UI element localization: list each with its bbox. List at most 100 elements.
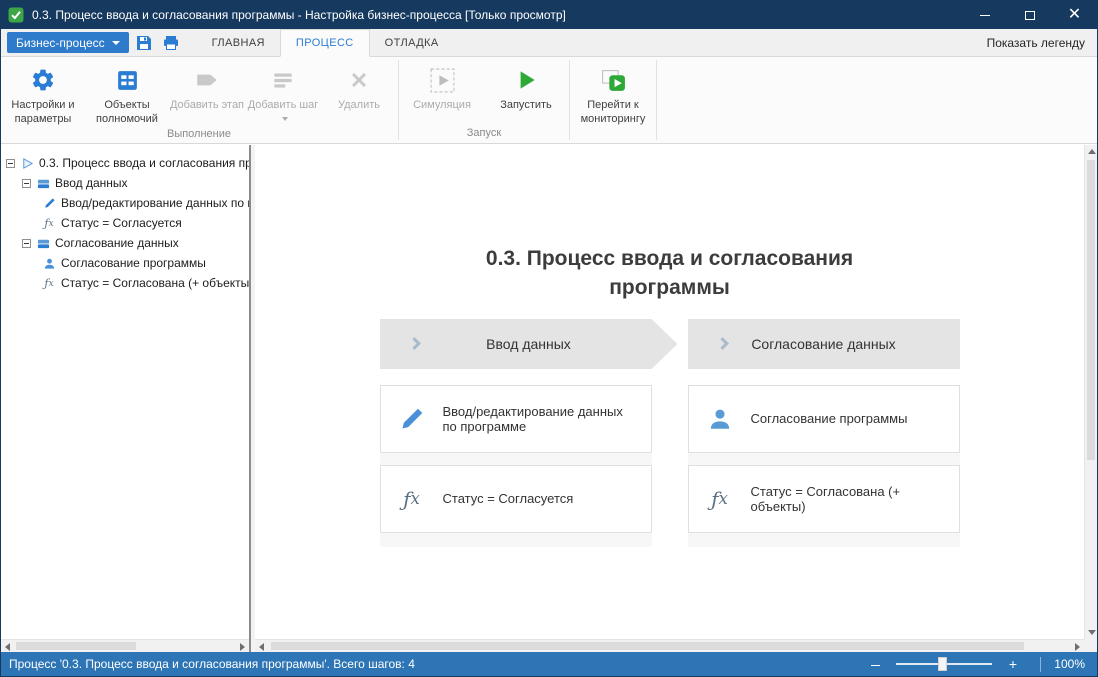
group-caption-monitoring <box>571 127 655 143</box>
ribbon-group-run: Симуляция Запустить Запуск <box>400 57 568 143</box>
permission-objects-button[interactable]: Объекты полномочий <box>85 60 169 127</box>
main-area: 0.3. Процесс ввода и согласования прогр … <box>1 145 1097 652</box>
maximize-button[interactable] <box>1007 1 1052 29</box>
print-button[interactable] <box>159 32 183 54</box>
tree-item-label: Ввод данных <box>55 176 128 190</box>
status-text: Процесс '0.3. Процесс ввода и согласован… <box>9 657 415 671</box>
permission-objects-button-label: Объекты полномочий <box>96 99 158 125</box>
permissions-icon <box>115 64 140 96</box>
process-icon <box>20 156 34 170</box>
stage-icon <box>36 236 50 250</box>
business-process-menu-label: Бизнес-процесс <box>16 36 105 50</box>
run-button[interactable]: Запустить <box>484 60 568 126</box>
tree-item-step-edit-data[interactable]: Ввод/редактирование данных по пр <box>1 193 249 213</box>
tree-horizontal-scrollbar[interactable] <box>1 639 249 652</box>
statusbar-separator <box>1040 657 1041 672</box>
app-icon <box>8 7 24 23</box>
scroll-up-icon[interactable] <box>1088 149 1096 154</box>
minimize-icon <box>980 15 990 16</box>
tree-item-step-approve-program[interactable]: Согласование программы <box>1 253 249 273</box>
step-card-status-approving[interactable]: ƒx Статус = Согласуется <box>380 465 652 533</box>
tree-item-process-root[interactable]: 0.3. Процесс ввода и согласования прогр <box>1 153 249 173</box>
scroll-right-icon[interactable] <box>240 643 245 651</box>
person-icon <box>705 406 735 432</box>
stage-input: Ввод данных Ввод/редактирование данных п… <box>380 319 652 547</box>
scrollbar-thumb[interactable] <box>16 642 136 650</box>
canvas-vertical-scrollbar[interactable] <box>1084 145 1097 639</box>
scrollbar-thumb[interactable] <box>1087 160 1095 460</box>
scroll-left-icon[interactable] <box>259 643 264 651</box>
show-legend-link[interactable]: Показать легенду <box>987 36 1085 50</box>
monitoring-icon <box>600 64 627 96</box>
maximize-icon <box>1025 11 1035 20</box>
ribbon-group-execution: Настройки и параметры Объекты полномочий… <box>1 57 397 143</box>
zoom-slider-thumb[interactable] <box>938 657 947 671</box>
settings-button[interactable]: Настройки и параметры <box>1 60 85 127</box>
add-step-button-label: Добавить шаг <box>248 99 319 111</box>
tree-item-step-status-approving[interactable]: ƒx Статус = Согласуется <box>1 213 249 233</box>
chevron-right-icon <box>716 337 729 350</box>
step-card-label: Ввод/редактирование данных по программе <box>443 404 635 434</box>
scrollbar-thumb[interactable] <box>271 642 1024 650</box>
scrollbar-corner <box>1084 639 1097 652</box>
step-card-status-approved[interactable]: ƒx Статус = Согласована (+ объекты) <box>688 465 960 533</box>
tree-item-label: Статус = Согласуется <box>61 216 182 230</box>
tree-item-stage-approval[interactable]: Согласование данных <box>1 233 249 253</box>
simulation-button-label: Симуляция <box>413 99 471 111</box>
tab-process[interactable]: ПРОЦЕСС <box>280 29 370 57</box>
add-step-icon <box>270 64 296 96</box>
chevron-right-icon <box>408 337 421 350</box>
step-card-edit-data[interactable]: Ввод/редактирование данных по программе <box>380 385 652 453</box>
ribbon: Настройки и параметры Объекты полномочий… <box>1 57 1097 144</box>
simulation-button: Симуляция <box>400 60 484 126</box>
collapse-icon[interactable] <box>6 159 15 168</box>
canvas-horizontal-scrollbar[interactable] <box>255 639 1084 652</box>
run-button-label: Запустить <box>500 99 552 111</box>
chevron-down-icon <box>282 117 288 121</box>
scroll-down-icon[interactable] <box>1088 630 1096 635</box>
delete-icon <box>347 64 371 96</box>
save-button[interactable] <box>132 32 156 54</box>
save-icon <box>136 35 152 51</box>
add-stage-button-label: Добавить этап <box>170 99 244 111</box>
delete-button-label: Удалить <box>338 99 380 111</box>
tab-main[interactable]: ГЛАВНАЯ <box>197 29 280 56</box>
tree-item-step-status-approved[interactable]: ƒx Статус = Согласована (+ объекты) <box>1 273 249 293</box>
group-caption-execution: Выполнение <box>1 127 397 143</box>
tree-item-label: Ввод/редактирование данных по пр <box>61 196 249 210</box>
step-card-approve-program[interactable]: Согласование программы <box>688 385 960 453</box>
function-icon: ƒx <box>705 487 735 511</box>
stage-header-label: Согласование данных <box>751 336 895 352</box>
tree-item-label: Согласование данных <box>55 236 179 250</box>
scroll-left-icon[interactable] <box>5 643 10 651</box>
minimize-button[interactable] <box>962 1 1007 29</box>
tab-debug[interactable]: ОТЛАДКА <box>370 29 454 56</box>
function-icon: ƒx <box>42 216 56 230</box>
business-process-menu-button[interactable]: Бизнес-процесс <box>7 32 129 53</box>
zoom-level[interactable]: 100% <box>1051 657 1085 671</box>
collapse-icon[interactable] <box>22 179 31 188</box>
tree-item-stage-input[interactable]: Ввод данных <box>1 173 249 193</box>
zoom-in-button[interactable]: + <box>1000 656 1026 672</box>
person-icon <box>42 256 56 270</box>
ribbon-separator <box>398 60 399 140</box>
collapse-icon[interactable] <box>22 239 31 248</box>
stage-body-approval: Согласование программы ƒx Статус = Согла… <box>688 385 960 547</box>
go-to-monitoring-button[interactable]: Перейти к мониторингу <box>571 60 655 127</box>
zoom-out-button[interactable] <box>862 656 888 672</box>
ribbon-tabs: ГЛАВНАЯ ПРОЦЕСС ОТЛАДКА <box>197 29 454 56</box>
pencil-icon <box>397 406 427 432</box>
stage-header-approval[interactable]: Согласование данных <box>688 319 960 369</box>
app-window: 0.3. Процесс ввода и согласования програ… <box>0 0 1098 677</box>
scroll-right-icon[interactable] <box>1075 643 1080 651</box>
step-card-label: Статус = Согласуется <box>443 491 574 506</box>
window-title: 0.3. Процесс ввода и согласования програ… <box>32 8 566 22</box>
zoom-slider[interactable] <box>896 657 992 671</box>
ribbon-group-monitoring: Перейти к мониторингу <box>571 57 655 143</box>
stage-header-label: Ввод данных <box>486 336 571 352</box>
close-button[interactable]: ✕ <box>1052 1 1097 29</box>
statusbar: Процесс '0.3. Процесс ввода и согласован… <box>1 652 1097 676</box>
stage-header-input[interactable]: Ввод данных <box>380 319 678 369</box>
pencil-icon <box>42 196 56 210</box>
chevron-down-icon <box>112 41 120 45</box>
